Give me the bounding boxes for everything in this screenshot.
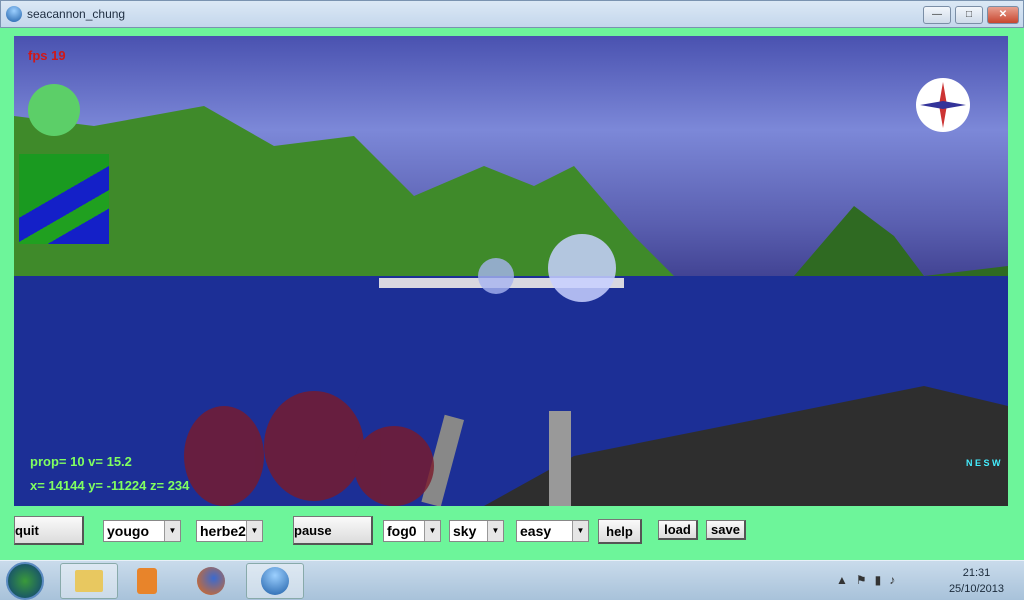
map-select-value: yougo — [107, 523, 149, 539]
speed-readout: prop= 10 v= 15.2 — [30, 454, 132, 469]
explosion — [548, 234, 616, 302]
scene-art — [14, 106, 1008, 506]
minimize-button[interactable]: — — [923, 6, 951, 24]
minimap — [19, 154, 109, 244]
explosion-small — [478, 258, 514, 294]
chevron-down-icon: ▼ — [424, 521, 440, 541]
sky-select-value: sky — [453, 523, 477, 539]
seacannon-app-icon[interactable] — [246, 563, 304, 599]
pause-button[interactable]: pause — [293, 516, 373, 545]
chevron-down-icon: ▼ — [572, 521, 588, 541]
media-player-icon[interactable] — [118, 563, 176, 599]
clock-date: 25/10/2013 — [948, 583, 1004, 595]
clock[interactable]: 21:31 25/10/2013 — [949, 565, 1004, 597]
radar — [28, 84, 80, 136]
file-explorer-icon[interactable] — [60, 563, 118, 599]
save-button[interactable]: save — [706, 520, 746, 540]
mini-compass: N E S W — [966, 458, 1001, 468]
app-frame: fps 19 prop= 10 v= 15.2 x= 14144 y= -112… — [0, 28, 1024, 560]
game-viewport[interactable]: fps 19 prop= 10 v= 15.2 x= 14144 y= -112… — [14, 36, 1008, 506]
close-button[interactable]: ✕ — [987, 6, 1019, 24]
load-button[interactable]: load — [658, 520, 698, 540]
sky-select[interactable]: sky ▼ — [449, 520, 504, 542]
compass-rose-icon — [916, 78, 970, 132]
window-title: seacannon_chung — [27, 7, 126, 21]
app-icon — [6, 6, 22, 22]
difficulty-select-value: easy — [520, 523, 552, 539]
clock-time: 21:31 — [962, 567, 991, 579]
fog-select-value: fog0 — [387, 523, 417, 539]
mountains-right — [794, 206, 1008, 281]
terrain-select-value: herbe2 — [200, 523, 246, 539]
map-select[interactable]: yougo ▼ — [103, 520, 181, 542]
taskbar: ▲⚑▮♪ 21:31 25/10/2013 — [0, 560, 1024, 600]
maximize-button[interactable]: □ — [955, 6, 983, 24]
gun-barrel-right — [549, 411, 571, 506]
help-button[interactable]: help — [598, 519, 642, 544]
system-tray[interactable]: ▲⚑▮♪ — [836, 573, 903, 587]
difficulty-select[interactable]: easy ▼ — [516, 520, 589, 542]
chevron-down-icon: ▼ — [164, 521, 180, 541]
position-readout: x= 14144 y= -11224 z= 234 — [30, 478, 190, 493]
fog-select[interactable]: fog0 ▼ — [383, 520, 441, 542]
chevron-down-icon: ▼ — [487, 521, 503, 541]
terrain-select[interactable]: herbe2 ▼ — [196, 520, 263, 542]
chevron-down-icon: ▼ — [246, 521, 262, 541]
title-bar: seacannon_chung — □ ✕ — [0, 0, 1024, 28]
firefox-icon[interactable] — [182, 563, 240, 599]
start-button[interactable] — [6, 562, 44, 600]
fps-counter: fps 19 — [28, 48, 66, 63]
quit-button[interactable]: quit — [14, 516, 84, 545]
